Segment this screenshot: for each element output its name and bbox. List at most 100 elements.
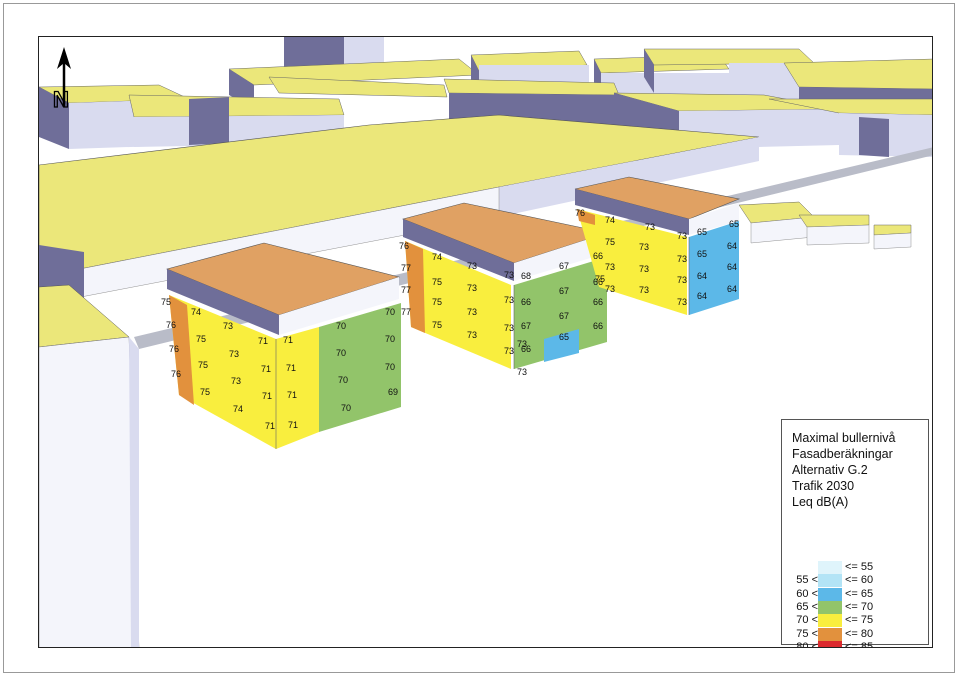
facade-noise-label: 70 [385, 307, 395, 317]
facade-noise-label: 66 [593, 321, 603, 331]
facade-noise-label: 75 [432, 297, 442, 307]
facade-noise-label: 71 [288, 420, 298, 430]
facade-noise-label: 73 [231, 376, 241, 386]
legend-swatch [818, 600, 842, 614]
legend-lower-bound: 75 < [796, 627, 818, 640]
facade-noise-label: 64 [727, 262, 737, 272]
facade-noise-label: 73 [639, 264, 649, 274]
facade-noise-label: 67 [559, 286, 569, 296]
legend-title-line: Maximal bullernivå [792, 431, 896, 445]
legend-upper-bound: <= 80 [845, 627, 874, 640]
building-wall [806, 224, 870, 246]
facade-noise-label: 73 [467, 307, 477, 317]
facade-noise-label: 70 [385, 362, 395, 372]
facade-noise-label: 71 [261, 364, 271, 374]
legend-lower-bound: 70 < [796, 614, 818, 627]
facade-noise-label: 71 [287, 390, 297, 400]
legend-row: 70 < <= 75 [782, 613, 930, 628]
legend-lower-bound: 55 < [796, 574, 818, 587]
facade-noise-label: 77 [401, 285, 411, 295]
north-arrow-icon: N [52, 47, 71, 109]
facade-noise-label: 73 [605, 284, 615, 294]
facade-noise-label: 73 [677, 231, 687, 241]
legend-upper-bound: <= 55 [845, 561, 874, 573]
legend-swatch [818, 627, 842, 641]
legend-lower-bound: 60 < [796, 587, 818, 600]
facade-noise-label: 76 [575, 208, 585, 218]
facade-noise-label: 70 [338, 375, 348, 385]
facade-noise-label: 64 [697, 291, 707, 301]
building-roof [443, 78, 620, 96]
facade-noise-label: 73 [467, 261, 477, 271]
legend-upper-bound: <= 60 [845, 574, 874, 587]
facade-noise-label: 71 [258, 336, 268, 346]
building-wall [189, 97, 229, 145]
facade-noise-label: 76 [399, 241, 409, 251]
legend-swatch [818, 614, 842, 628]
legend-row: 55 < <= 60 [782, 573, 930, 588]
legend-upper-bound: <= 75 [845, 614, 874, 627]
facade-noise-label: 70 [385, 334, 395, 344]
facade-noise-label: 75 [161, 297, 171, 307]
facade-noise-label: 71 [262, 391, 272, 401]
facade-noise-label: 74 [233, 404, 243, 414]
north-label: N [53, 87, 69, 109]
facade-noise-label: 76 [166, 320, 176, 330]
legend-lower-bound: 80 < [796, 640, 818, 648]
facade-noise-label: 74 [191, 307, 201, 317]
facade-noise-label: 73 [229, 349, 239, 359]
facade-noise-label: 71 [265, 421, 275, 431]
facade-noise-label: 76 [171, 369, 181, 379]
legend-lower-bound: 65 < [796, 600, 818, 613]
building-wall [859, 117, 889, 157]
facade-noise-label: 73 [639, 285, 649, 295]
facade-noise-label: 71 [283, 335, 293, 345]
facade-noise-label: 73 [677, 275, 687, 285]
building-roof [783, 58, 932, 90]
facade-noise-label: 77 [401, 307, 411, 317]
facade-noise-label: 67 [559, 261, 569, 271]
legend-row: 65 < <= 70 [782, 600, 930, 614]
facade-noise-label: 74 [605, 215, 615, 225]
facade-noise-label: 73 [467, 330, 477, 340]
legend-row: 80 < <= 85 [782, 640, 930, 648]
legend-swatch [818, 574, 842, 588]
facade-noise-label: 65 [559, 332, 569, 342]
building-roof [643, 48, 815, 66]
legend-title-line: Fasadberäkningar [792, 447, 893, 461]
building-wall [39, 336, 140, 647]
facade-noise-label: 75 [432, 277, 442, 287]
facade-noise-label: 69 [388, 387, 398, 397]
facade-noise-label: 67 [559, 311, 569, 321]
facade-noise-label: 73 [504, 323, 514, 333]
legend-swatch [818, 587, 842, 601]
facade-noise-label: 73 [504, 270, 514, 280]
facade-noise-label: 70 [336, 321, 346, 331]
legend-title: Maximal bullernivå Fasadberäkningar Alte… [792, 430, 896, 510]
facade-noise-label: 68 [521, 271, 531, 281]
facade-noise-label: 73 [639, 242, 649, 252]
facade-noise-label: 73 [467, 283, 477, 293]
page-frame: 75 76 76 76 74 73 71 71 75 73 71 71 75 73 71 71 75 74 71 71… [3, 3, 955, 673]
legend-title-line: Trafik 2030 [792, 479, 855, 493]
building-a[interactable] [166, 242, 401, 449]
facade-noise-label: 77 [401, 263, 411, 273]
facade-noise-label: 73 [517, 367, 527, 377]
facade-noise-label: 66 [593, 251, 603, 261]
facade-noise-label: 75 [605, 237, 615, 247]
legend-row: 60 < <= 65 [782, 587, 930, 601]
facade-noise-label: 70 [341, 403, 351, 413]
facade-noise-label: 65 [697, 249, 707, 259]
legend: Maximal bullernivå Fasadberäkningar Alte… [781, 419, 930, 648]
facade-noise-label: 75 [196, 334, 206, 344]
facade-noise-label: 64 [727, 241, 737, 251]
facade-noise-label: 73 [504, 295, 514, 305]
facade-noise-label: 75 [200, 387, 210, 397]
legend-row: <= 55 [782, 560, 930, 574]
facade-noise-label: 64 [697, 271, 707, 281]
map-view[interactable]: 75 76 76 76 74 73 71 71 75 73 71 71 75 73 71 71 75 74 71 71… [38, 36, 933, 648]
facade-noise-label: 75 [595, 274, 605, 284]
building-roof [128, 94, 345, 118]
facade-noise-label: 73 [677, 254, 687, 264]
legend-title-line: Leq dB(A) [792, 495, 849, 509]
